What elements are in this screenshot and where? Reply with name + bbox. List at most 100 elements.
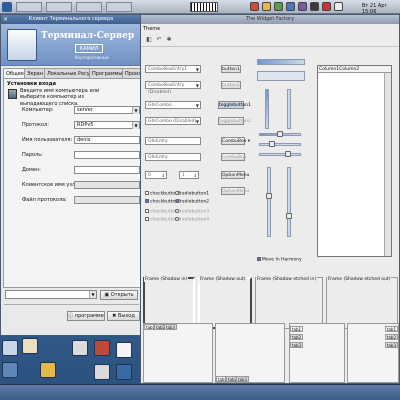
computer-field[interactable]: server ▼ — [74, 106, 140, 114]
new-icon[interactable]: ◧ — [145, 36, 153, 44]
protocol-field[interactable]: RDPv5 ▼ — [74, 121, 140, 129]
desktop-folder-icon[interactable] — [22, 338, 38, 354]
tray-icon[interactable] — [334, 2, 343, 11]
vertical-scale[interactable] — [267, 167, 271, 237]
horizontal-scale[interactable] — [259, 143, 301, 146]
spin-arrows-icon[interactable]: ⇕ — [194, 172, 197, 179]
desktop-document-icon[interactable] — [72, 340, 88, 356]
button1[interactable]: button1 — [221, 65, 241, 73]
desktop-folder-icon[interactable] — [40, 362, 56, 378]
tray-icon[interactable] — [262, 2, 271, 11]
radiobutton1[interactable]: radiobutton1 — [175, 191, 209, 197]
panel-clock[interactable]: Вт 21 Apr 15:06 — [362, 3, 400, 15]
task-button[interactable] — [46, 2, 72, 12]
field-value: RDPv5 — [77, 122, 94, 128]
tray-icon[interactable] — [286, 2, 295, 11]
undo-icon[interactable]: ↶ — [155, 36, 163, 44]
panel-taskbar — [16, 2, 136, 12]
tab-3[interactable]: tab3 — [236, 376, 250, 382]
radio-label: radiobutton3 — [180, 209, 210, 215]
gtk-entry[interactable]: GtkEntry — [145, 137, 201, 145]
titlebar[interactable]: × Клиент Терминального сервера — [1, 15, 141, 24]
scale-knob[interactable] — [269, 141, 275, 147]
checkbutton2[interactable]: checkbutton2 — [145, 199, 181, 205]
combobox-button[interactable]: ComboBox ▾ — [221, 137, 250, 145]
logo-subtitle: Корпоративный — [75, 55, 109, 60]
tree-view[interactable]: Column1Column2 — [317, 65, 392, 257]
combo-box-entry[interactable]: ComboBoxEntry1 ▼ — [145, 65, 201, 73]
entry-text: GtkEntry — [148, 139, 168, 144]
move-in-harmony-check[interactable]: Move In Harmony — [257, 257, 307, 263]
desktop-computer-icon[interactable] — [2, 340, 18, 356]
vertical-progress — [287, 89, 291, 129]
tab-screen[interactable]: Экран — [24, 68, 47, 78]
tab-3[interactable]: tab3 — [384, 342, 398, 348]
frame-label: Frame (Shadow in) — [144, 277, 189, 282]
username-field[interactable]: denis — [74, 136, 140, 144]
exit-button[interactable]: ✖ Выход — [107, 311, 140, 321]
scale-knob[interactable] — [286, 213, 292, 219]
spin-arrows-icon[interactable]: ⇕ — [162, 172, 165, 179]
address-combo[interactable]: ▼ — [5, 290, 97, 299]
about-button-label: программе — [74, 313, 104, 319]
tray-icon[interactable] — [274, 2, 283, 11]
tab-2[interactable]: tab2 — [290, 334, 304, 340]
tray-icon[interactable] — [310, 2, 319, 11]
tab-1[interactable]: tab1 — [384, 326, 398, 332]
chevron-down-icon[interactable]: ▼ — [132, 107, 139, 114]
gtk-combo[interactable]: GtkCombo ▼ — [145, 101, 201, 109]
tray-icon[interactable] — [322, 2, 331, 11]
checkbutton1[interactable]: checkbutton1 — [145, 191, 181, 197]
tray-icon[interactable] — [250, 2, 259, 11]
password-field[interactable] — [74, 151, 140, 159]
open-button[interactable]: ▣ Открыть — [100, 290, 138, 300]
tree-view-header[interactable]: Column1Column2 — [318, 66, 391, 73]
desktop-document-icon[interactable] — [116, 342, 132, 358]
frame-label: Frame (Shadow etched in) — [256, 277, 318, 282]
togglebutton1[interactable]: togglebutton1 — [218, 101, 251, 109]
chevron-down-icon[interactable]: ▼ — [132, 122, 139, 129]
exit-button-label: Выход — [117, 313, 135, 319]
task-button[interactable] — [16, 2, 42, 12]
chevron-down-icon[interactable]: ▼ — [196, 102, 199, 109]
domain-field[interactable] — [74, 166, 140, 174]
field-row: Клиентское имя узла: — [8, 181, 140, 190]
tab-3[interactable]: tab3 — [164, 324, 178, 330]
progress-bar — [257, 71, 305, 81]
chevron-down-icon: ▼ — [195, 119, 199, 124]
desktop-network-icon[interactable] — [2, 362, 18, 378]
tab-3[interactable]: tab3 — [290, 342, 304, 348]
tab-1[interactable]: tab1 — [290, 326, 304, 332]
scale-knob[interactable] — [266, 193, 272, 199]
scale-knob[interactable] — [285, 151, 291, 157]
protocol-file-field — [74, 196, 140, 204]
spin-button[interactable]: 0 ⇕ — [145, 171, 167, 179]
about-button[interactable]: ⓘ программе — [67, 311, 105, 321]
button2: button2 — [221, 81, 241, 89]
radiobutton2[interactable]: radiobutton2 — [175, 199, 209, 205]
desktop-app-icon[interactable] — [94, 340, 110, 356]
field-label: Имя пользователя: — [22, 137, 73, 143]
desktop-app-icon[interactable] — [116, 364, 132, 380]
chevron-down-icon[interactable]: ▼ — [89, 291, 96, 298]
horizontal-scale[interactable] — [259, 153, 301, 156]
main-menu-icon[interactable] — [2, 2, 12, 12]
task-button[interactable] — [106, 2, 132, 12]
frame-shadow-etched-out — [326, 277, 398, 329]
task-button[interactable] — [76, 2, 102, 12]
titlebar[interactable]: The Widget Factory — [141, 15, 399, 24]
tab-programs[interactable]: Программы — [89, 68, 126, 78]
menu-theme[interactable]: Theme — [143, 26, 160, 32]
desktop-document-icon[interactable] — [94, 364, 110, 380]
vertical-scale[interactable] — [287, 167, 291, 237]
field-label: Файл протокола: — [22, 197, 67, 203]
option-menu[interactable]: OptionMenu — [221, 171, 249, 179]
scrollbar[interactable] — [384, 73, 391, 256]
chevron-down-icon[interactable]: ▼ — [196, 66, 199, 73]
spin-button[interactable]: 1 ⇕ — [179, 171, 199, 179]
tab-2[interactable]: tab2 — [384, 334, 398, 340]
frame-shadow-etched-in — [255, 277, 323, 329]
scale-knob[interactable] — [277, 131, 283, 137]
tray-icon[interactable] — [298, 2, 307, 11]
settings-icon[interactable]: ✱ — [165, 36, 173, 44]
